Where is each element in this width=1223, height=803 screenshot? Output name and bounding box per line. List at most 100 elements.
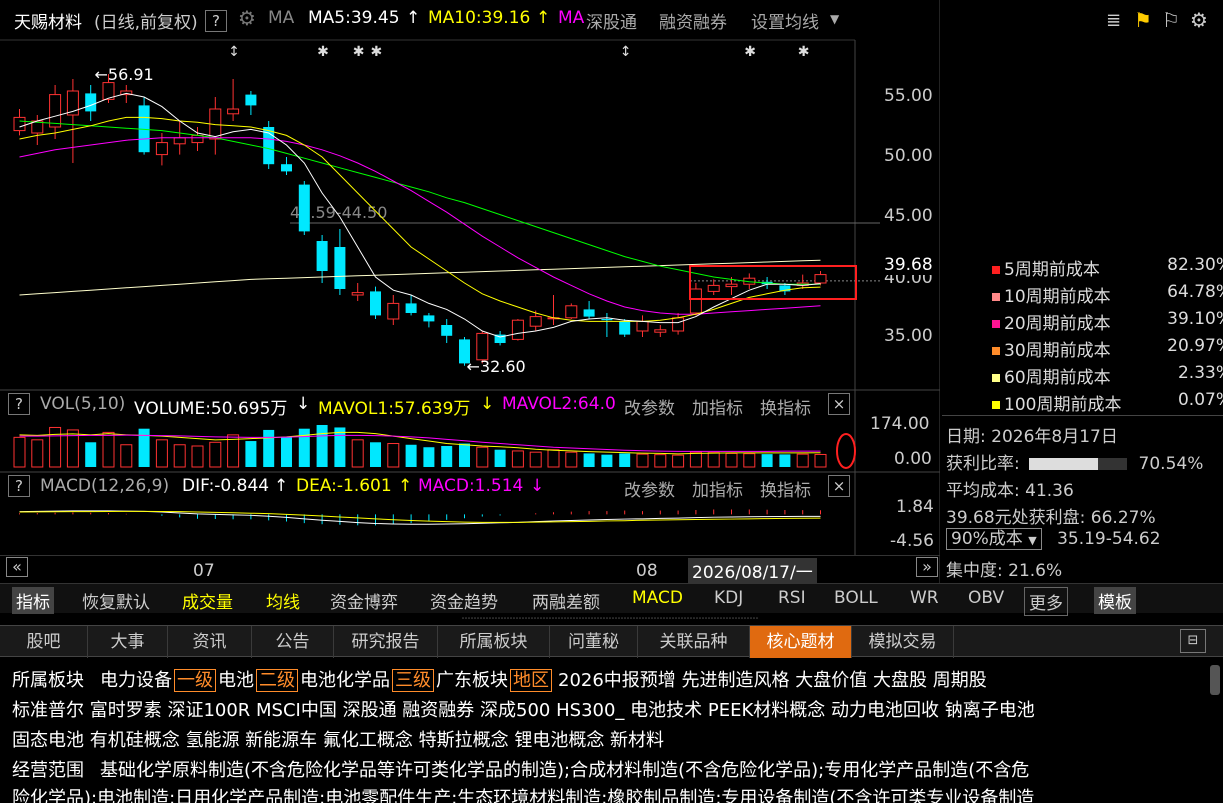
volume-bar bbox=[316, 424, 328, 467]
cost-select[interactable]: 90%成本 ▼ bbox=[946, 528, 1042, 550]
candle-body bbox=[672, 317, 685, 332]
legend-pct: 0.07% bbox=[1177, 390, 1223, 410]
tab-boll[interactable]: BOLL bbox=[830, 587, 882, 609]
sector-line[interactable]: 固态电池 有机硅概念 氢能源 新能源车 氟化工概念 特斯拉概念 锂电池概念 新材… bbox=[12, 726, 664, 752]
tab-ma[interactable]: 均线 bbox=[262, 587, 304, 614]
volume-bar bbox=[405, 444, 417, 467]
tab-volume[interactable]: 成交量 bbox=[178, 587, 237, 614]
macd-tick: 1.84 bbox=[896, 497, 934, 517]
scope-label: 经营范围 bbox=[12, 760, 84, 781]
candle-body bbox=[707, 284, 720, 292]
tab-guba[interactable]: 股吧 bbox=[0, 626, 88, 658]
tab-fund-trend[interactable]: 资金趋势 bbox=[426, 587, 502, 614]
time-label: 07 bbox=[193, 561, 215, 581]
add-indicator-button[interactable]: 加指标 bbox=[692, 394, 743, 419]
price-tick: 35.00 bbox=[884, 326, 933, 346]
volume-bar bbox=[654, 454, 667, 468]
profit-label: 获利比率: bbox=[946, 454, 1020, 474]
mavol1-value: MAVOL1:57.639万 bbox=[318, 399, 471, 419]
chip-legend-row: 30周期前成本 20.97% bbox=[992, 336, 1223, 361]
volume-bar bbox=[351, 439, 364, 468]
legend-pct: 64.78% bbox=[1167, 282, 1223, 302]
volume-bar bbox=[13, 436, 26, 468]
close-icon[interactable]: × bbox=[828, 475, 850, 497]
sector-item[interactable]: 电池化学品 bbox=[300, 670, 390, 691]
tab-announcements[interactable]: 公告 bbox=[252, 626, 334, 658]
tab-events[interactable]: 大事 bbox=[88, 626, 168, 658]
legend-pct: 2.33% bbox=[1177, 363, 1223, 383]
volume-bar bbox=[138, 428, 150, 467]
scope-line: 经营范围 基础化学原料制造(不含危险化学品等许可类化学品的制造);合成材料制造(不… bbox=[12, 756, 1029, 782]
sector-item[interactable]: 广东板块 bbox=[436, 670, 508, 691]
volume-bar bbox=[672, 454, 685, 468]
legend-swatch bbox=[992, 320, 1000, 328]
chip-legend-row: 100周期前成本 0.07% bbox=[992, 390, 1223, 415]
candle-body bbox=[725, 283, 738, 288]
tab-sectors[interactable]: 所属板块 bbox=[438, 626, 550, 658]
candle-body bbox=[654, 329, 667, 333]
help-button[interactable]: ? bbox=[8, 475, 30, 497]
volume-bar bbox=[814, 453, 827, 468]
chip-date: 日期: 2026年8月17日 bbox=[946, 427, 1118, 447]
volume-bar bbox=[423, 447, 435, 467]
candle-body bbox=[405, 303, 417, 313]
tab-more[interactable]: 更多 bbox=[1024, 587, 1068, 616]
sector-item[interactable]: 电池 bbox=[218, 670, 254, 691]
sector-line[interactable]: 标准普尔 富时罗素 深证100R MSCI中国 深股通 融资融券 深成500 H… bbox=[12, 696, 1035, 722]
tab-reset[interactable]: 恢复默认 bbox=[78, 587, 154, 614]
signal-marker: ✱ bbox=[317, 44, 329, 60]
sector-line: 所属板块 电力设备 一级 电池 二级 电池化学品 三级 广东板块 地区 2026中报预增 先进制造… bbox=[12, 666, 987, 692]
close-icon[interactable]: × bbox=[828, 393, 850, 415]
tab-ask-secretary[interactable]: 问董秘 bbox=[550, 626, 638, 658]
tab-rsi[interactable]: RSI bbox=[774, 587, 810, 609]
cost-range-row: 90%成本 ▼ 35.19-54.62 bbox=[946, 528, 1161, 550]
volume-bar bbox=[511, 450, 524, 468]
volume-bar bbox=[334, 427, 346, 467]
splitter-handle[interactable]: ⋯⋯⋯⋯⋯⋯⋯⋯⋯⋯⋯⋯⋯⋯⋯⋯⋯⋯⋯⋯⋯⋯⋯⋯⋯⋯⋯⋯⋯⋯⋯⋯⋯ bbox=[300, 613, 920, 625]
help-button[interactable]: ? bbox=[8, 393, 30, 415]
tab-obv[interactable]: OBV bbox=[964, 587, 1008, 609]
switch-indicator-button[interactable]: 换指标 bbox=[760, 476, 811, 501]
switch-indicator-button[interactable]: 换指标 bbox=[760, 394, 811, 419]
dea-value: DEA:-1.601 bbox=[296, 476, 392, 496]
volume-arrow: ↓ bbox=[296, 394, 311, 414]
tab-kdj[interactable]: KDJ bbox=[710, 587, 747, 609]
tab-template[interactable]: 模板 bbox=[1094, 587, 1136, 614]
price-tick: 55.00 bbox=[884, 86, 933, 106]
volume-bar bbox=[601, 454, 613, 467]
tab-news[interactable]: 资讯 bbox=[168, 626, 252, 658]
tab-related[interactable]: 关联品种 bbox=[638, 626, 750, 658]
sector-item[interactable]: 电力设备 bbox=[100, 670, 172, 691]
signal-marker: ✱ bbox=[371, 44, 383, 60]
volume-bar bbox=[263, 429, 275, 467]
price-tick: 45.00 bbox=[884, 206, 933, 226]
tab-research[interactable]: 研究报告 bbox=[334, 626, 438, 658]
time-label: 08 bbox=[636, 561, 658, 581]
tab-margin-diff[interactable]: 两融差额 bbox=[528, 587, 604, 614]
sector-item[interactable]: 2026中报预增 先进制造风格 大盘价值 大盘股 周期股 bbox=[558, 670, 987, 691]
scroll-right-button[interactable]: » bbox=[916, 557, 938, 577]
price-tick: 50.00 bbox=[884, 146, 933, 166]
panel-toggle-icon[interactable]: ⊟ bbox=[1180, 629, 1206, 653]
edit-params-button[interactable]: 改参数 bbox=[624, 476, 675, 501]
tab-macd[interactable]: MACD bbox=[628, 587, 687, 609]
tab-fund-game[interactable]: 资金博弈 bbox=[326, 587, 402, 614]
tab-indicator[interactable]: 指标 bbox=[12, 587, 54, 614]
candle-body bbox=[814, 274, 827, 284]
candle-body bbox=[85, 93, 97, 112]
add-indicator-button[interactable]: 加指标 bbox=[692, 476, 743, 501]
chip-legend-row: 60周期前成本 2.33% bbox=[992, 363, 1223, 388]
tab-wr[interactable]: WR bbox=[906, 587, 943, 609]
tab-core-topics[interactable]: 核心题材 bbox=[750, 626, 852, 658]
scope-text: 基础化学原料制造(不含危险化学品等许可类化学品的制造);合成材料制造(不含危险化… bbox=[100, 760, 1030, 781]
legend-swatch bbox=[992, 374, 1000, 382]
macd-arrow: ↓ bbox=[530, 476, 545, 496]
scrollbar[interactable] bbox=[1210, 665, 1220, 695]
tab-sim-trade[interactable]: 模拟交易 bbox=[852, 626, 954, 658]
chip-legend-row: 10周期前成本 64.78% bbox=[992, 282, 1223, 307]
volume-bar bbox=[298, 428, 310, 467]
edit-params-button[interactable]: 改参数 bbox=[624, 394, 675, 419]
candle-body bbox=[351, 292, 364, 296]
candle-body bbox=[529, 316, 542, 327]
scroll-left-button[interactable]: « bbox=[6, 557, 28, 577]
